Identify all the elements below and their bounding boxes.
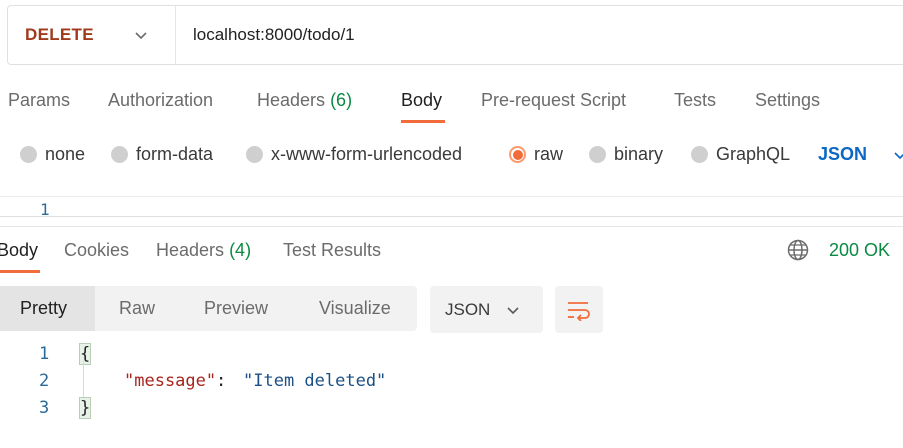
json-value: "Item deleted" [243,371,387,391]
json-open-brace: { [78,343,92,365]
tab-label: Headers [156,240,225,260]
tab-body[interactable]: Body [401,90,442,134]
json-close-brace: } [78,397,92,419]
radio-label: binary [614,144,664,164]
raw-language-select[interactable]: JSON [818,144,903,165]
response-tab-cookies[interactable]: Cookies [64,240,129,261]
response-tab-headers[interactable]: Headers (4) [156,240,251,261]
tab-pre-request-script[interactable]: Pre-request Script [481,90,626,134]
wrap-lines-button[interactable] [555,286,603,333]
active-response-tab-indicator [0,270,40,273]
radio-label: none [45,144,86,164]
json-key: "message" [124,371,217,391]
radio-label: raw [534,144,564,164]
wrap-lines-icon [568,301,590,321]
tab-settings[interactable]: Settings [755,90,820,134]
tab-authorization[interactable]: Authorization [108,90,213,134]
view-label: Visualize [319,298,391,318]
tab-label: Body [0,240,39,260]
radio-dot [691,146,708,163]
request-bar: DELETE localhost:8000/todo/1 [7,5,903,65]
view-label: Pretty [20,298,68,318]
tab-label: Headers [257,90,326,110]
radio-graphql[interactable]: GraphQL [691,144,790,165]
tab-count: (6) [330,90,353,110]
radio-dot-selected [509,146,526,163]
response-status[interactable]: 200 OK [829,240,890,261]
method-label: DELETE [25,25,94,44]
radio-dot [20,146,37,163]
body-type-options: none form-data x-www-form-urlencoded raw… [0,140,903,168]
view-label: Preview [204,298,269,318]
raw-language-label: JSON [818,144,868,164]
radio-label: GraphQL [716,144,791,164]
tab-label: Params [8,90,71,110]
tab-label: Settings [755,90,821,110]
format-label: JSON [445,299,491,319]
tab-count: (4) [229,240,252,260]
radio-dot [111,146,128,163]
view-raw-button[interactable]: Raw [119,286,155,331]
tab-headers[interactable]: Headers (6) [257,90,352,134]
chevron-down-icon [135,32,147,40]
radio-none[interactable]: none [20,144,85,165]
tab-label: Authorization [108,90,214,110]
radio-form-data[interactable]: form-data [111,144,213,165]
tab-params[interactable]: Params [8,90,70,134]
tab-label: Test Results [283,240,382,260]
active-tab-indicator [401,120,445,123]
globe-icon[interactable] [786,238,810,262]
radio-raw[interactable]: raw [509,144,563,165]
tab-tests[interactable]: Tests [674,90,716,134]
tab-label: Body [401,90,443,110]
view-mode-group: Pretty Raw Preview Visualize [0,286,417,331]
view-pretty-button[interactable]: Pretty [0,286,95,331]
response-format-select[interactable]: JSON [430,286,543,333]
line-number: 1 [39,344,50,364]
radio-dot [589,146,606,163]
divider [0,196,903,197]
json-colon: : [216,371,237,391]
response-tab-test-results[interactable]: Test Results [283,240,381,261]
tab-label: Cookies [64,240,130,260]
radio-binary[interactable]: binary [589,144,663,165]
view-preview-button[interactable]: Preview [204,286,268,331]
line-number: 2 [39,371,50,391]
chevron-down-icon [507,306,519,314]
chevron-down-icon [894,151,903,159]
radio-label: x-www-form-urlencoded [271,144,463,164]
radio-label: form-data [136,144,214,164]
view-visualize-button[interactable]: Visualize [319,286,391,331]
response-tab-body[interactable]: Body [0,240,38,261]
radio-x-www-form-urlencoded[interactable]: x-www-form-urlencoded [246,144,462,165]
method-select[interactable]: DELETE [8,6,176,64]
line-number: 3 [39,398,50,418]
url-input[interactable]: localhost:8000/todo/1 [176,25,355,45]
radio-dot [246,146,263,163]
divider [0,216,903,217]
tab-label: Tests [674,90,717,110]
editor-line-number: 1 [40,200,50,216]
tab-label: Pre-request Script [481,90,627,110]
divider [0,226,903,227]
view-label: Raw [119,298,156,318]
